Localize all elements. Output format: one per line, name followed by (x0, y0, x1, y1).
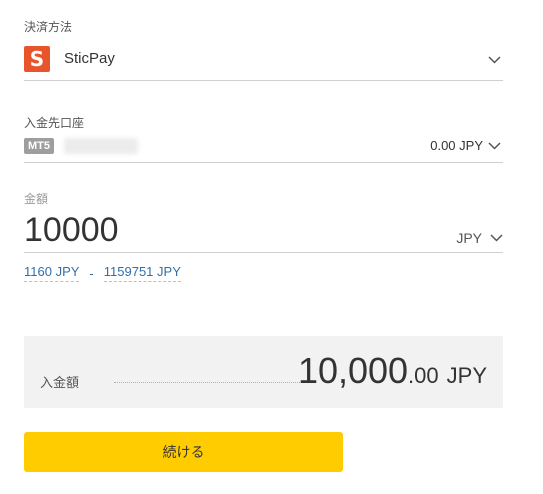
summary-amount-decimal: .00 (408, 363, 439, 388)
summary-currency: JPY (446, 363, 487, 388)
amount-input[interactable]: 10000 (24, 210, 119, 250)
min-amount-link[interactable]: 1160 JPY (24, 264, 80, 282)
summary-dotted-leader (114, 382, 310, 383)
payment-method-select[interactable]: S SticPay (24, 44, 503, 74)
account-select[interactable]: MT5 0.00 JPY (24, 136, 503, 156)
account-label: 入金先口座 (24, 116, 85, 130)
summary-label: 入金額 (40, 375, 80, 390)
account-balance: 0.00 JPY (430, 138, 483, 153)
mt5-badge: MT5 (24, 138, 54, 154)
summary-amount-main: 10,000 (297, 350, 409, 391)
payment-method-label: 決済方法 (24, 20, 73, 34)
deposit-summary: 入金額 10,000.00 JPY (24, 336, 503, 408)
chevron-down-icon[interactable] (490, 234, 503, 242)
continue-button[interactable]: 続ける (24, 432, 343, 472)
summary-amount: 10,000.00 JPY (298, 350, 487, 392)
account-divider (24, 162, 503, 163)
payment-divider (24, 80, 503, 81)
amount-range: 1160 JPY - 1159751 JPY (24, 264, 181, 282)
sticpay-logo-icon: S (24, 46, 50, 72)
account-number-redacted (64, 138, 138, 154)
chevron-down-icon[interactable] (488, 56, 501, 64)
amount-currency[interactable]: JPY (456, 230, 482, 246)
chevron-down-icon[interactable] (488, 142, 501, 150)
amount-divider (24, 252, 503, 253)
max-amount-link[interactable]: 1159751 JPY (103, 264, 181, 282)
payment-method-value: SticPay (64, 50, 115, 67)
range-separator: - (89, 265, 94, 281)
amount-label: 金額 (24, 192, 49, 206)
